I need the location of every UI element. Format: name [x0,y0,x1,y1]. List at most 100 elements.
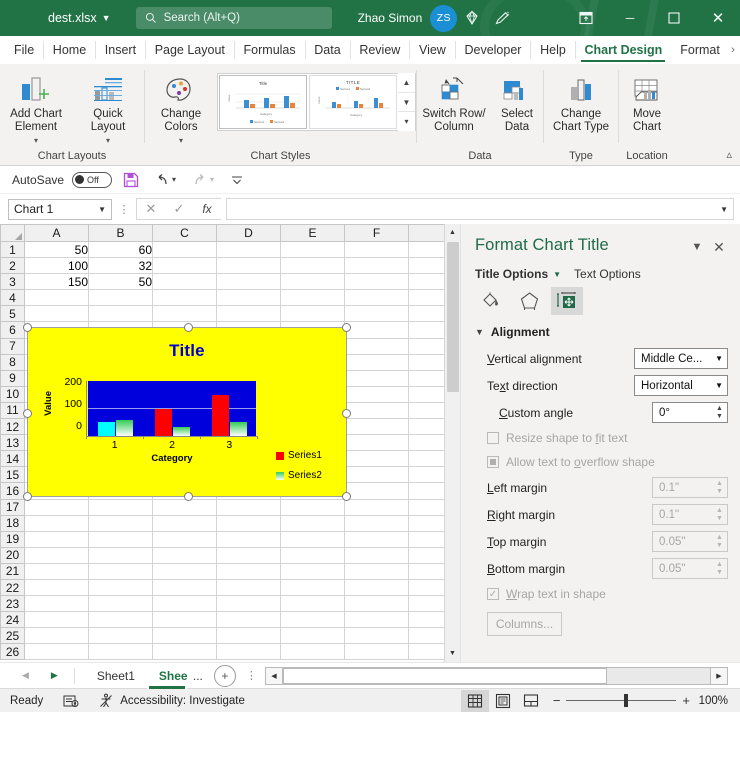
resize-shape-checkbox-row[interactable]: Resize shape to fit text [461,426,740,450]
cell-B24[interactable] [89,612,153,628]
customize-qat-icon[interactable] [226,169,248,191]
cell-D2[interactable] [217,258,281,274]
chevron-down-icon[interactable]: ▼ [475,327,484,337]
ribbon-tab-file[interactable]: File [0,36,43,64]
chevron-down-icon[interactable]: ▾ [34,136,38,145]
bar-group-3[interactable] [212,395,247,436]
sheet-tab-sheet1[interactable]: Sheet1 [85,663,147,689]
zoom-percentage[interactable]: 100% [698,695,740,707]
cell-B26[interactable] [89,644,153,660]
chevron-down-icon[interactable]: ▼ [720,205,728,214]
spinner-arrows[interactable]: ▲▼ [712,505,727,524]
cell-D21[interactable] [217,563,281,579]
select-data-button[interactable]: Select Data [491,68,543,134]
scroll-left-icon[interactable]: ◀ [265,667,283,685]
gallery-scroll-up-icon[interactable]: ▲ [398,73,415,92]
cancel-formula-button[interactable]: ✕ [137,199,165,219]
select-all-corner[interactable] [1,225,25,242]
bar-series1-cat2[interactable] [155,409,172,437]
cell-C17[interactable] [153,499,217,515]
row-header-15[interactable]: 15 [1,467,25,483]
cell-A18[interactable] [25,515,89,531]
chevron-down-icon[interactable]: ▾ [179,136,183,145]
row-header-4[interactable]: 4 [1,290,25,306]
ribbon-tab-formulas[interactable]: Formulas [235,36,305,64]
category-axis-labels[interactable]: 1 2 3 [86,439,258,451]
cell-D26[interactable] [217,644,281,660]
cell-B25[interactable] [89,628,153,644]
wrap-text-checkbox[interactable]: ✓ [487,588,499,600]
cell-F12[interactable] [345,419,409,435]
cell-D19[interactable] [217,531,281,547]
cell-D25[interactable] [217,628,281,644]
cell-C23[interactable] [153,596,217,612]
pane-close-icon[interactable]: ✕ [708,236,730,258]
spinner-arrows[interactable]: ▲▼ [712,559,727,578]
cell-F22[interactable] [345,579,409,595]
cell-E23[interactable] [281,596,345,612]
cell-E21[interactable] [281,563,345,579]
gallery-scroll-down-icon[interactable]: ▼ [398,92,415,112]
cell-D5[interactable] [217,306,281,322]
cell-F24[interactable] [345,612,409,628]
resize-handle-se[interactable] [342,492,351,501]
fill-and-line-icon[interactable] [475,287,507,315]
bar-series1-cat3[interactable] [212,395,229,436]
cell-A1[interactable]: 50 [25,242,89,258]
cell-D18[interactable] [217,515,281,531]
column-header-b[interactable]: B [89,225,153,242]
spreadsheet-grid[interactable]: A B C D E F 1506021003231505045678910111… [0,224,460,662]
cell-B22[interactable] [89,579,153,595]
scroll-right-icon[interactable]: ▶ [710,667,728,685]
chart-style-thumbnail-2[interactable]: TITLE Series1 Series2 Value Category [309,75,397,129]
chart-styles-gallery-nav[interactable]: ▲ ▼ ▾ [398,73,415,131]
cell-D1[interactable] [217,242,281,258]
cell-E20[interactable] [281,547,345,563]
row-header-9[interactable]: 9 [1,370,25,386]
row-header-21[interactable]: 21 [1,563,25,579]
recording-macro-icon[interactable] [53,694,89,708]
scroll-down-icon[interactable]: ▼ [445,645,461,662]
row-header-24[interactable]: 24 [1,612,25,628]
cell-A19[interactable] [25,531,89,547]
column-header-c[interactable]: C [153,225,217,242]
zoom-in-button[interactable]: + [682,693,690,708]
cell-F20[interactable] [345,547,409,563]
chart-object[interactable]: Title Value 200 100 0 [27,327,347,497]
ribbon-tab-home[interactable]: Home [44,36,95,64]
cell-A26[interactable] [25,644,89,660]
collapse-ribbon-icon[interactable]: ▵ [726,148,732,161]
cell-E19[interactable] [281,531,345,547]
ribbon-tab-insert[interactable]: Insert [96,36,145,64]
ribbon-tab-review[interactable]: Review [350,36,409,64]
ribbon-tab-help[interactable]: Help [531,36,575,64]
cell-F2[interactable] [345,258,409,274]
column-header-a[interactable]: A [25,225,89,242]
resize-handle-ne[interactable] [342,323,351,332]
cell-E26[interactable] [281,644,345,660]
cell-F17[interactable] [345,499,409,515]
sheet-tab-sheet2[interactable]: Shee [147,663,187,689]
cell-F26[interactable] [345,644,409,660]
bar-series2-cat3[interactable] [230,422,247,436]
normal-view-icon[interactable] [461,690,489,712]
wrap-text-checkbox-row[interactable]: ✓ Wrap text in shape [461,582,740,606]
cell-A4[interactable] [25,290,89,306]
save-icon[interactable] [120,169,142,191]
cell-D20[interactable] [217,547,281,563]
size-and-properties-icon[interactable] [551,287,583,315]
row-header-16[interactable]: 16 [1,483,25,499]
ribbon-tab-developer[interactable]: Developer [455,36,530,64]
formula-input[interactable]: ▼ [226,198,734,220]
column-header-f[interactable]: F [345,225,409,242]
resize-handle-n[interactable] [184,323,193,332]
bottom-margin-spinner[interactable]: 0.05" ▲▼ [652,558,728,579]
ribbon-tab-chart-design[interactable]: Chart Design [575,36,671,64]
cell-B2[interactable]: 32 [89,258,153,274]
cell-E17[interactable] [281,499,345,515]
pane-tab-text-options[interactable]: Text Options [574,267,641,281]
allow-overflow-checkbox[interactable] [487,456,499,468]
cell-A22[interactable] [25,579,89,595]
cell-A21[interactable] [25,563,89,579]
bar-series2-cat1[interactable] [116,420,133,437]
